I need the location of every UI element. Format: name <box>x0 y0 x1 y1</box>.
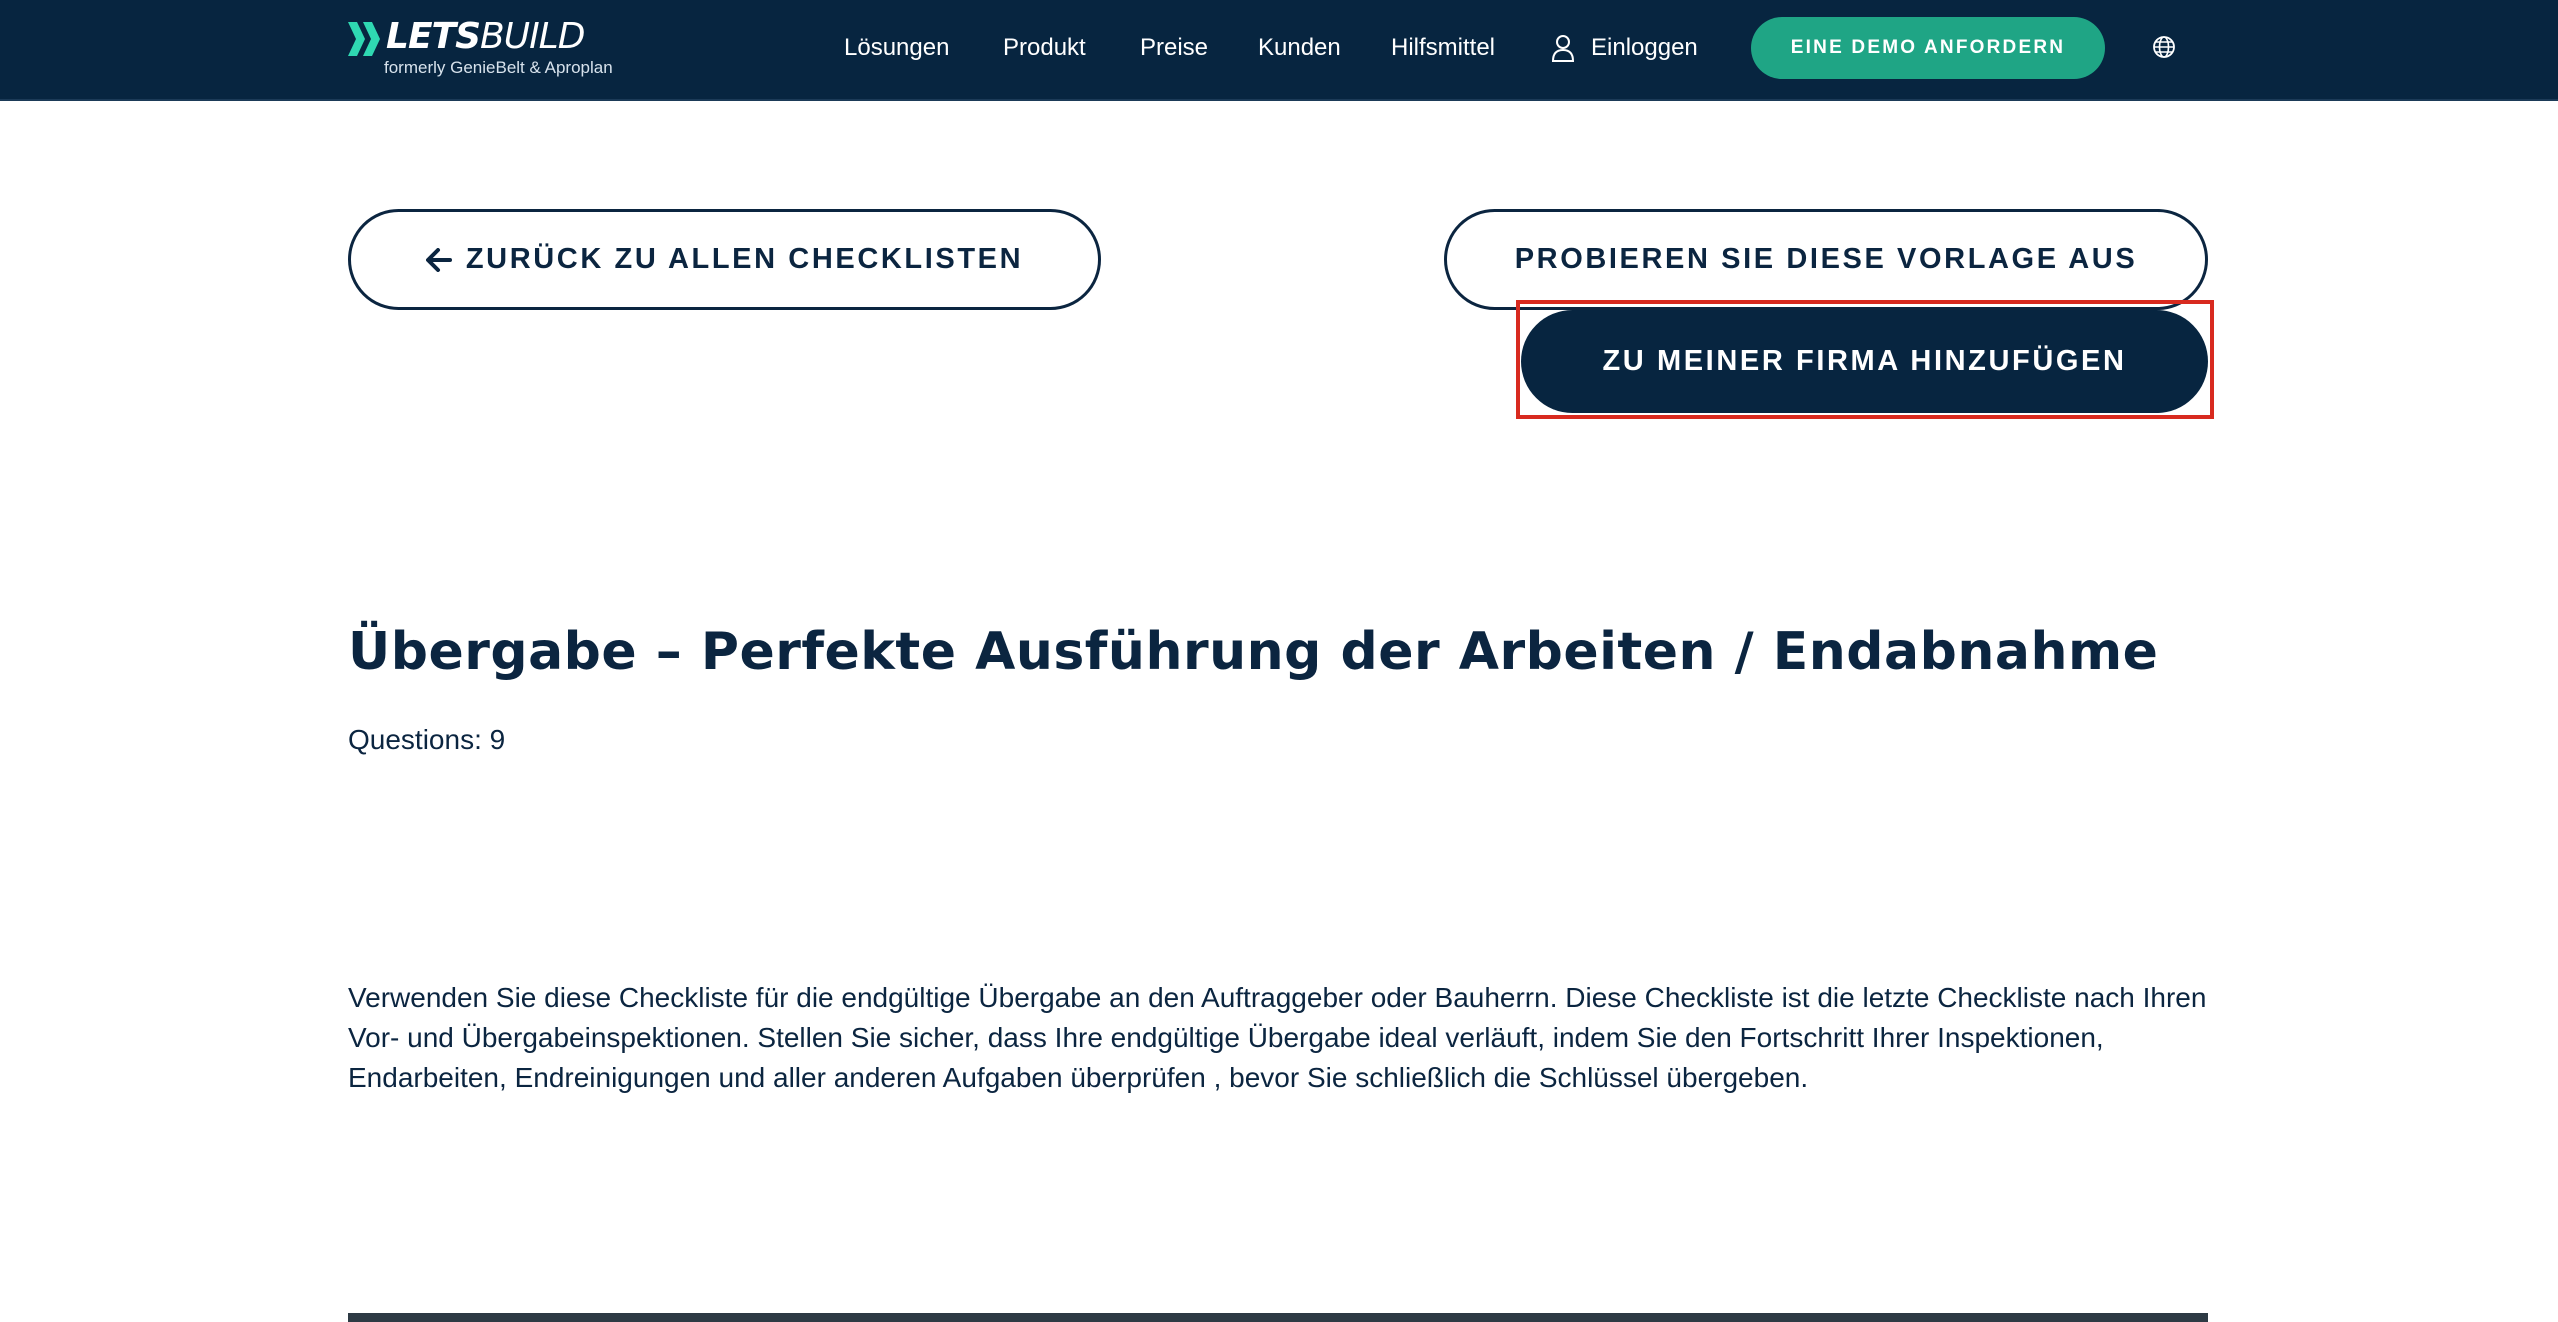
nav-produkt[interactable]: Produkt <box>1003 32 1086 64</box>
try-template-button[interactable]: PROBIEREN SIE DIESE VORLAGE AUS <box>1444 209 2208 310</box>
nav-kunden[interactable]: Kunden <box>1258 32 1341 64</box>
back-to-checklists-button[interactable]: ZURÜCK ZU ALLEN CHECKLISTEN <box>348 209 1101 310</box>
login-link[interactable]: Einloggen <box>1591 32 1698 64</box>
page-title: Übergabe – Perfekte Ausführung der Arbei… <box>348 622 2159 682</box>
content-divider <box>348 1313 2208 1322</box>
logo-chevron-icon <box>348 22 380 56</box>
user-icon <box>1551 35 1575 62</box>
nav-preise[interactable]: Preise <box>1140 32 1208 64</box>
nav-hilfsmittel[interactable]: Hilfsmittel <box>1391 32 1495 64</box>
add-to-company-button[interactable]: ZU MEINER FIRMA HINZUFÜGEN <box>1521 310 2208 413</box>
globe-icon[interactable] <box>2152 35 2176 59</box>
questions-count: Questions: 9 <box>348 724 506 755</box>
letsbuild-logo[interactable]: LETSBUILD formerly GenieBelt & Aproplan <box>348 16 628 80</box>
top-navbar: LETSBUILD formerly GenieBelt & Aproplan … <box>0 0 2558 101</box>
arrow-left-icon <box>425 247 452 272</box>
checklist-description: Verwenden Sie diese Checkliste für die e… <box>348 982 2207 1093</box>
back-button-label: ZURÜCK ZU ALLEN CHECKLISTEN <box>465 243 1024 275</box>
brand-name: LETSBUILD <box>386 16 585 57</box>
nav-loesungen[interactable]: Lösungen <box>844 32 949 64</box>
brand-tagline: formerly GenieBelt & Aproplan <box>384 58 613 77</box>
request-demo-button[interactable]: EINE DEMO ANFORDERN <box>1751 17 2105 79</box>
